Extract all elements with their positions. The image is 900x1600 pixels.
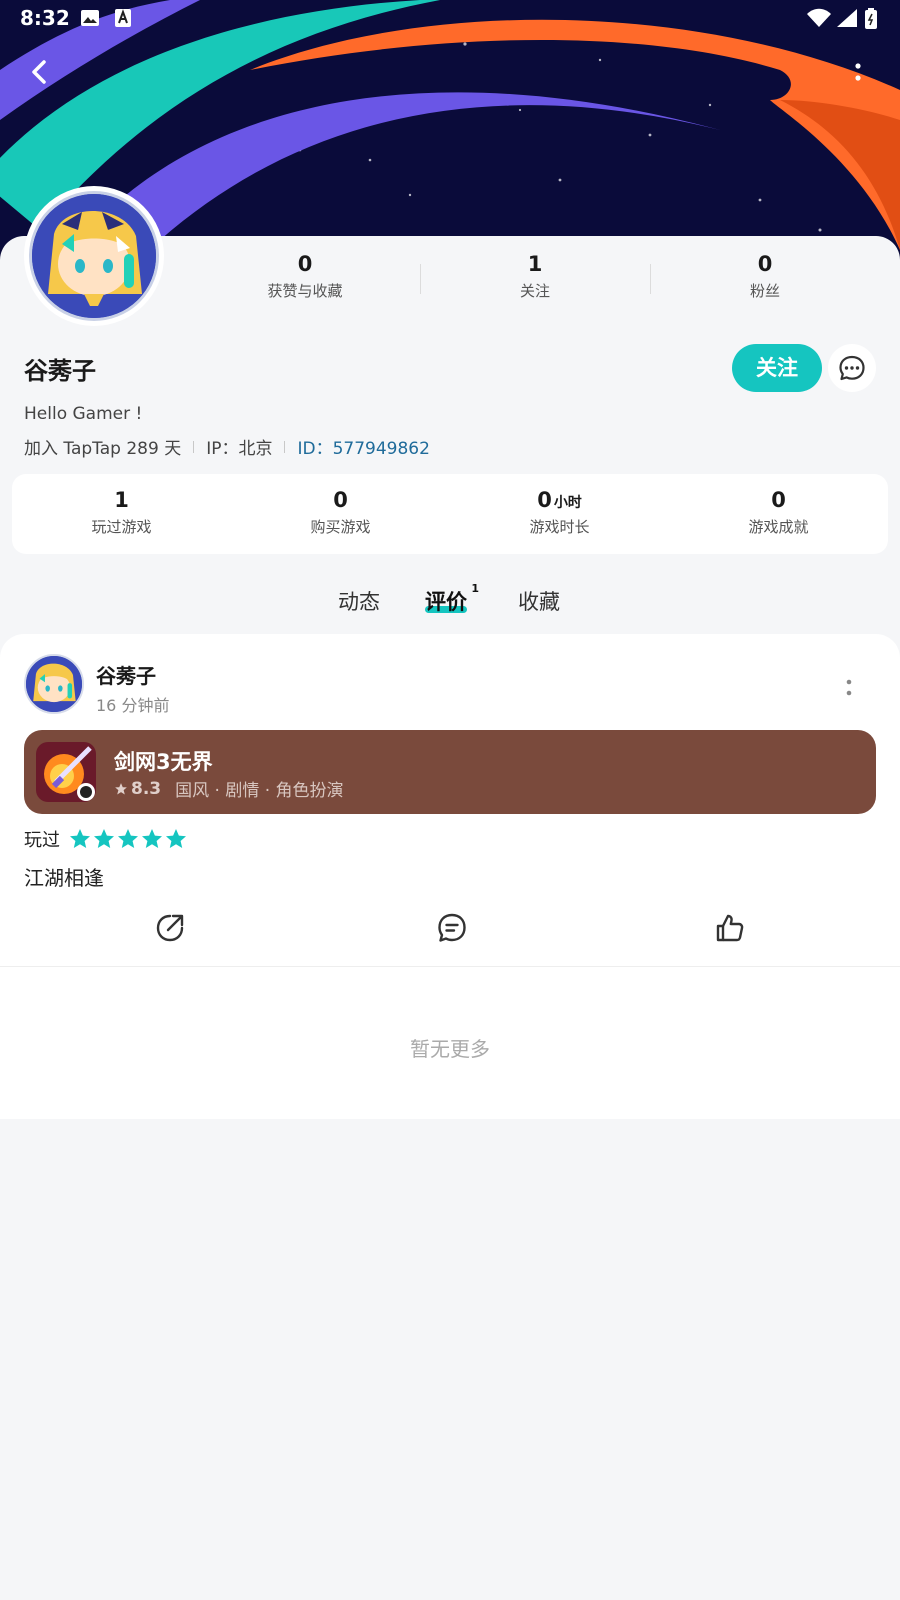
tab-feed[interactable]: 动态 bbox=[338, 586, 380, 616]
stat-likes[interactable]: 0 获赞与收藏 bbox=[190, 250, 420, 310]
comment-icon bbox=[438, 913, 466, 942]
review-author-avatar[interactable] bbox=[24, 654, 84, 714]
game-icon bbox=[36, 742, 96, 802]
game-name: 剑网3无界 bbox=[114, 750, 213, 774]
rating-star-icon bbox=[118, 829, 138, 848]
stat-value: 0 bbox=[771, 488, 786, 512]
top-nav bbox=[0, 48, 900, 96]
star-icon bbox=[115, 782, 127, 795]
more-vertical-icon bbox=[846, 679, 852, 696]
back-arrow-icon bbox=[32, 60, 46, 84]
stat-label: 粉丝 bbox=[749, 282, 780, 300]
list-footer: 暂无更多 bbox=[0, 967, 900, 1119]
review-time: 16 分钟前 bbox=[96, 696, 170, 715]
game-card[interactable]: 剑网3无界 8.3 国风 · 剧情 · 角色扮演 bbox=[24, 730, 876, 814]
follow-button[interactable]: 关注 bbox=[732, 344, 822, 392]
profile-stats: 0 获赞与收藏 1 关注 0 粉丝 bbox=[190, 250, 880, 310]
join-duration: 加入 TapTap 289 天 bbox=[24, 439, 182, 459]
more-options-button[interactable] bbox=[846, 58, 870, 86]
wifi-icon bbox=[806, 8, 832, 32]
share-icon bbox=[156, 914, 184, 942]
stat-following[interactable]: 1 关注 bbox=[420, 250, 650, 310]
rating-star-icon bbox=[142, 829, 162, 848]
rating-star-icon bbox=[70, 829, 90, 848]
stat-value: 1 bbox=[114, 488, 129, 512]
review-text: 江湖相逢 bbox=[24, 866, 104, 890]
rating-star-icon bbox=[166, 829, 186, 848]
thumbs-up-icon bbox=[716, 914, 744, 942]
battery-icon bbox=[864, 8, 878, 34]
game-score: 8.3 bbox=[131, 778, 162, 799]
no-more-text: 暂无更多 bbox=[410, 1037, 490, 1061]
back-button[interactable] bbox=[22, 54, 58, 90]
stat-value: 0 bbox=[757, 252, 773, 276]
avatar[interactable] bbox=[24, 186, 164, 326]
stat-label: 购买游戏 bbox=[310, 518, 371, 536]
game-stats-card: 1 玩过游戏 0 购买游戏 0 小时 游戏时长 0 游戏成就 bbox=[12, 474, 888, 554]
tab-favorites[interactable]: 收藏 bbox=[518, 586, 560, 616]
rating-row: 玩过 bbox=[24, 826, 188, 852]
rating-stars bbox=[68, 827, 188, 851]
user-id[interactable]: ID：577949862 bbox=[297, 434, 429, 459]
tab-reviews[interactable]: 评价 1 bbox=[425, 582, 479, 616]
game-meta: 8.3 国风 · 剧情 · 角色扮演 bbox=[114, 776, 344, 801]
profile-meta: 加入 TapTap 289 天 IP：北京 ID：577949862 bbox=[24, 434, 430, 459]
profile-bio: Hello Gamer ! bbox=[24, 404, 143, 424]
content-tabs: 动态 评价 1 收藏 bbox=[0, 580, 900, 624]
stat-value: 0 bbox=[333, 488, 348, 512]
a-notification-icon bbox=[114, 8, 132, 32]
stat-play-time[interactable]: 0 小时 游戏时长 bbox=[450, 474, 669, 554]
avatar-character-image bbox=[26, 656, 82, 712]
image-notification-icon bbox=[80, 8, 100, 32]
stat-value: 1 bbox=[527, 252, 543, 276]
stat-achievements[interactable]: 0 游戏成就 bbox=[669, 474, 888, 554]
share-button[interactable] bbox=[154, 912, 186, 944]
review-actions bbox=[0, 912, 900, 962]
stat-value: 0 bbox=[297, 252, 313, 276]
chat-bubble-icon bbox=[839, 355, 865, 381]
stat-value: 0 bbox=[537, 488, 552, 512]
avatar-character-image bbox=[32, 194, 156, 318]
stat-label: 获赞与收藏 bbox=[267, 282, 343, 300]
stat-label: 关注 bbox=[519, 282, 550, 300]
like-button[interactable] bbox=[714, 912, 746, 944]
stat-label: 玩过游戏 bbox=[91, 518, 152, 536]
review-author-name[interactable]: 谷莠子 bbox=[96, 660, 156, 689]
review-more-button[interactable] bbox=[844, 676, 854, 700]
game-tags: 国风 · 剧情 · 角色扮演 bbox=[175, 781, 344, 801]
meta-divider bbox=[284, 440, 286, 453]
signal-icon bbox=[836, 8, 858, 32]
message-button[interactable] bbox=[828, 344, 876, 392]
status-bar: 8:32 bbox=[0, 0, 900, 36]
stat-unit: 小时 bbox=[553, 495, 582, 511]
review-card: 谷莠子 16 分钟前 剑网3无界 8.3 国风 · 剧情 · 角色扮演 玩过 江… bbox=[0, 634, 900, 968]
meta-divider bbox=[193, 440, 195, 453]
rating-star-icon bbox=[94, 829, 114, 848]
played-label: 玩过 bbox=[24, 830, 60, 851]
stat-games-played[interactable]: 1 玩过游戏 bbox=[12, 474, 231, 554]
stat-label: 游戏时长 bbox=[529, 518, 590, 536]
tab-badge: 1 bbox=[471, 582, 479, 595]
username: 谷莠子 bbox=[24, 357, 96, 385]
status-time: 8:32 bbox=[20, 6, 70, 30]
stat-followers[interactable]: 0 粉丝 bbox=[650, 250, 880, 310]
comment-button[interactable] bbox=[436, 912, 468, 944]
stat-label: 游戏成就 bbox=[748, 518, 809, 536]
ip-location: IP：北京 bbox=[206, 439, 273, 459]
stat-games-bought[interactable]: 0 购买游戏 bbox=[231, 474, 450, 554]
more-vertical-icon bbox=[855, 63, 861, 81]
tab-label: 评价 bbox=[425, 590, 467, 614]
